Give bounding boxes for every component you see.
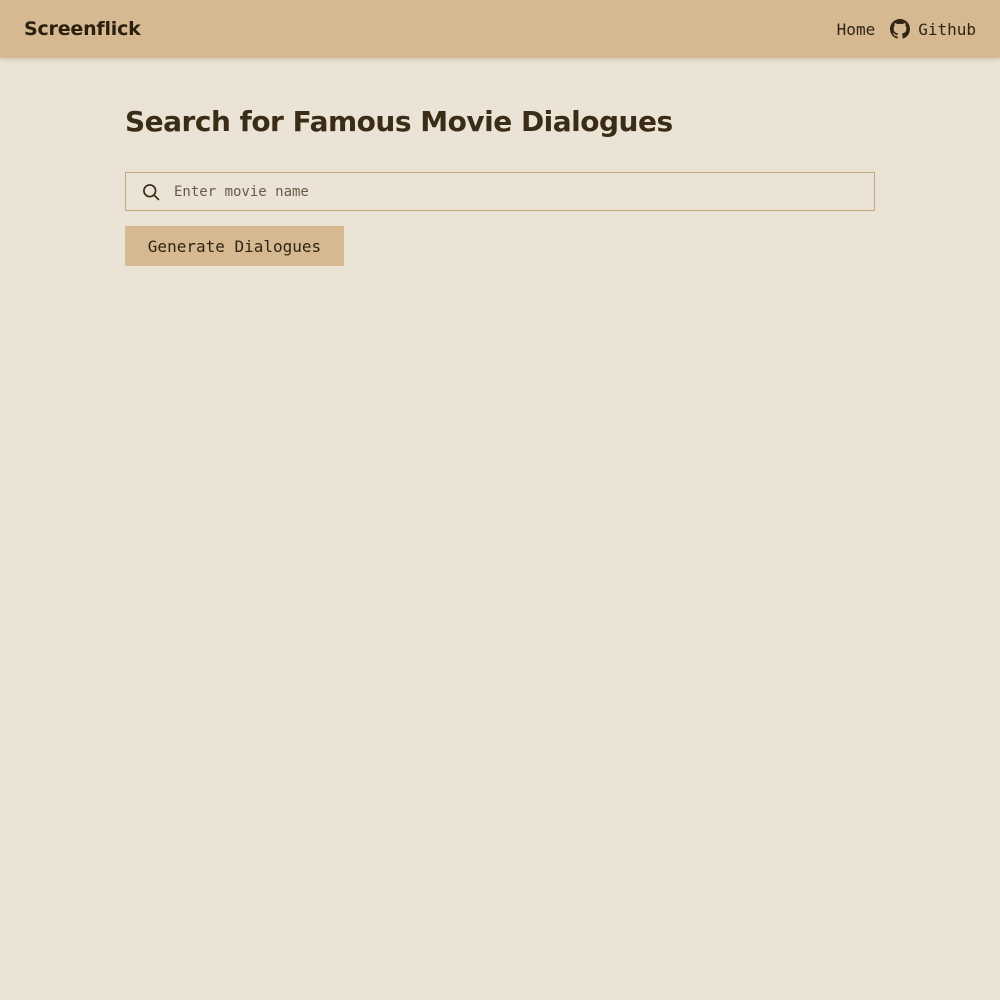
top-navbar: Screenflick Home Github xyxy=(0,0,1000,58)
movie-name-input[interactable] xyxy=(174,173,874,210)
generate-dialogues-button[interactable]: Generate Dialogues xyxy=(125,226,344,266)
main-content: Search for Famous Movie Dialogues Genera… xyxy=(125,100,875,266)
nav-github-link[interactable]: Github xyxy=(890,19,976,39)
page-title: Search for Famous Movie Dialogues xyxy=(125,105,673,138)
search-icon xyxy=(143,183,160,200)
nav-github-label: Github xyxy=(918,19,976,39)
github-icon xyxy=(890,19,911,39)
nav-menu: Home Github xyxy=(837,19,976,39)
nav-home-link[interactable]: Home xyxy=(837,20,876,39)
brand-logo-text[interactable]: Screenflick xyxy=(24,18,141,40)
search-bar[interactable] xyxy=(125,172,875,211)
